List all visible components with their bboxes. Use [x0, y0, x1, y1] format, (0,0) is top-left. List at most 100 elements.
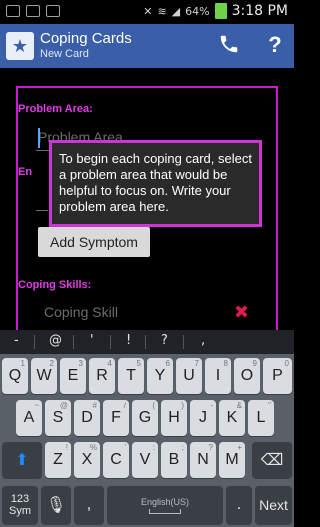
- key-r[interactable]: R4: [89, 358, 115, 394]
- key-letter: Q: [8, 367, 22, 384]
- key-letter: T: [126, 367, 136, 384]
- shift-arrow-icon: ⬆: [15, 452, 29, 469]
- key-letter: G: [138, 409, 152, 426]
- key-number: ~: [34, 401, 39, 410]
- symbol-key[interactable]: @: [49, 333, 62, 348]
- problem-area-label: Problem Area:: [18, 103, 93, 115]
- app-subtitle: New Card: [40, 48, 89, 60]
- screenshot-icon: [6, 5, 20, 17]
- help-button[interactable]: ?: [262, 30, 288, 60]
- key-letter: H: [168, 409, 180, 426]
- key-number: ?: [208, 443, 213, 452]
- app-title: Coping Cards: [40, 30, 132, 47]
- remove-icon[interactable]: ✖: [234, 302, 249, 323]
- onboarding-tooltip: To begin each coping card, select a prob…: [49, 140, 262, 227]
- battery-percent: 64%: [185, 4, 210, 18]
- backspace-key[interactable]: ⌫: [252, 442, 292, 478]
- signal-icon: ◢: [171, 4, 181, 18]
- key-number: %: [89, 443, 97, 452]
- key-p[interactable]: P0: [263, 358, 292, 394]
- shift-key[interactable]: ⬆: [2, 442, 42, 478]
- key-letter: B: [168, 451, 180, 468]
- key-f[interactable]: F /: [103, 400, 129, 436]
- key-y[interactable]: Y6: [147, 358, 173, 394]
- space-bar-icon: [149, 508, 181, 514]
- status-bar: ✕ ≋ ◢ 64% 3:18 PM: [0, 0, 294, 24]
- symbols-key-label: 123: [10, 493, 30, 505]
- symbol-key[interactable]: -: [14, 333, 19, 348]
- key-number: /: [123, 401, 126, 410]
- key-letter: O: [240, 367, 254, 384]
- key-t[interactable]: T5: [118, 358, 144, 394]
- key-number: 1: [20, 359, 25, 368]
- period-key[interactable]: .: [226, 486, 252, 524]
- comma-label: ,: [86, 496, 92, 513]
- symbols-key[interactable]: 123 Sym: [2, 486, 38, 524]
- key-l[interactable]: L ": [248, 400, 274, 436]
- key-u[interactable]: U7: [176, 358, 202, 394]
- app-bar: ★ Coping Cards New Card ?: [0, 24, 294, 68]
- key-number: 4: [107, 359, 112, 368]
- key-d[interactable]: D #: [74, 400, 100, 436]
- key-letter: M: [225, 451, 239, 468]
- key-number: ;: [181, 443, 184, 452]
- key-m[interactable]: M +: [219, 442, 245, 478]
- key-number: @: [59, 401, 68, 410]
- key-w[interactable]: W2: [31, 358, 57, 394]
- key-number: 0: [284, 359, 289, 368]
- key-number: +: [237, 443, 242, 452]
- symbols-key-sublabel: Sym: [9, 505, 31, 517]
- key-letter: D: [81, 409, 93, 426]
- key-number: :: [152, 443, 155, 452]
- key-letter: P: [272, 367, 283, 384]
- key-number: ": [268, 401, 271, 410]
- key-n[interactable]: N?: [190, 442, 216, 478]
- period-label: .: [236, 496, 242, 513]
- symbol-key[interactable]: ,: [201, 333, 205, 348]
- key-g[interactable]: G(: [132, 400, 158, 436]
- symbol-key[interactable]: ?: [161, 333, 168, 348]
- key-h[interactable]: H): [161, 400, 187, 436]
- key-letter: L: [256, 409, 266, 426]
- key-letter: K: [226, 409, 238, 426]
- phone-icon[interactable]: [216, 33, 242, 59]
- space-key[interactable]: English(US): [107, 486, 223, 524]
- key-letter: C: [110, 451, 122, 468]
- key-v[interactable]: V:: [132, 442, 158, 478]
- key-letter: U: [183, 367, 195, 384]
- key-letter: X: [81, 451, 93, 468]
- key-x[interactable]: X%: [74, 442, 100, 478]
- key-a[interactable]: A ~: [16, 400, 42, 436]
- key-q[interactable]: Q1: [2, 358, 28, 394]
- next-key[interactable]: Next: [255, 486, 292, 524]
- key-letter: R: [96, 367, 108, 384]
- key-i[interactable]: I8: [205, 358, 231, 394]
- battery-icon: [214, 3, 227, 19]
- divider: [110, 335, 111, 349]
- key-number: ': [124, 443, 126, 452]
- key-letter: V: [139, 451, 151, 468]
- coping-skill-input[interactable]: Coping Skill: [44, 304, 118, 320]
- divider: [34, 335, 35, 349]
- key-c[interactable]: C ': [103, 442, 129, 478]
- key-s[interactable]: S @: [45, 400, 71, 436]
- phone-icon-glyph: [220, 35, 238, 53]
- key-o[interactable]: O9: [234, 358, 260, 394]
- key-z[interactable]: Z!: [45, 442, 71, 478]
- key-k[interactable]: K &: [219, 400, 245, 436]
- divider: [183, 335, 184, 349]
- key-j[interactable]: J-: [190, 400, 216, 436]
- key-number: 3: [78, 359, 83, 368]
- key-number: 2: [49, 359, 54, 368]
- comma-key[interactable]: ,: [74, 486, 104, 524]
- voice-input-key[interactable]: 🎙: [41, 486, 71, 524]
- app-logo-icon[interactable]: ★: [6, 32, 34, 60]
- key-number: #: [92, 401, 97, 410]
- key-b[interactable]: B;: [161, 442, 187, 478]
- symbol-key[interactable]: ': [90, 333, 94, 348]
- key-number: !: [65, 443, 68, 452]
- space-key-label: English(US): [140, 496, 189, 507]
- add-symptom-button[interactable]: Add Symptom: [38, 227, 150, 257]
- symbol-key[interactable]: !: [126, 333, 131, 348]
- key-e[interactable]: E3: [60, 358, 86, 394]
